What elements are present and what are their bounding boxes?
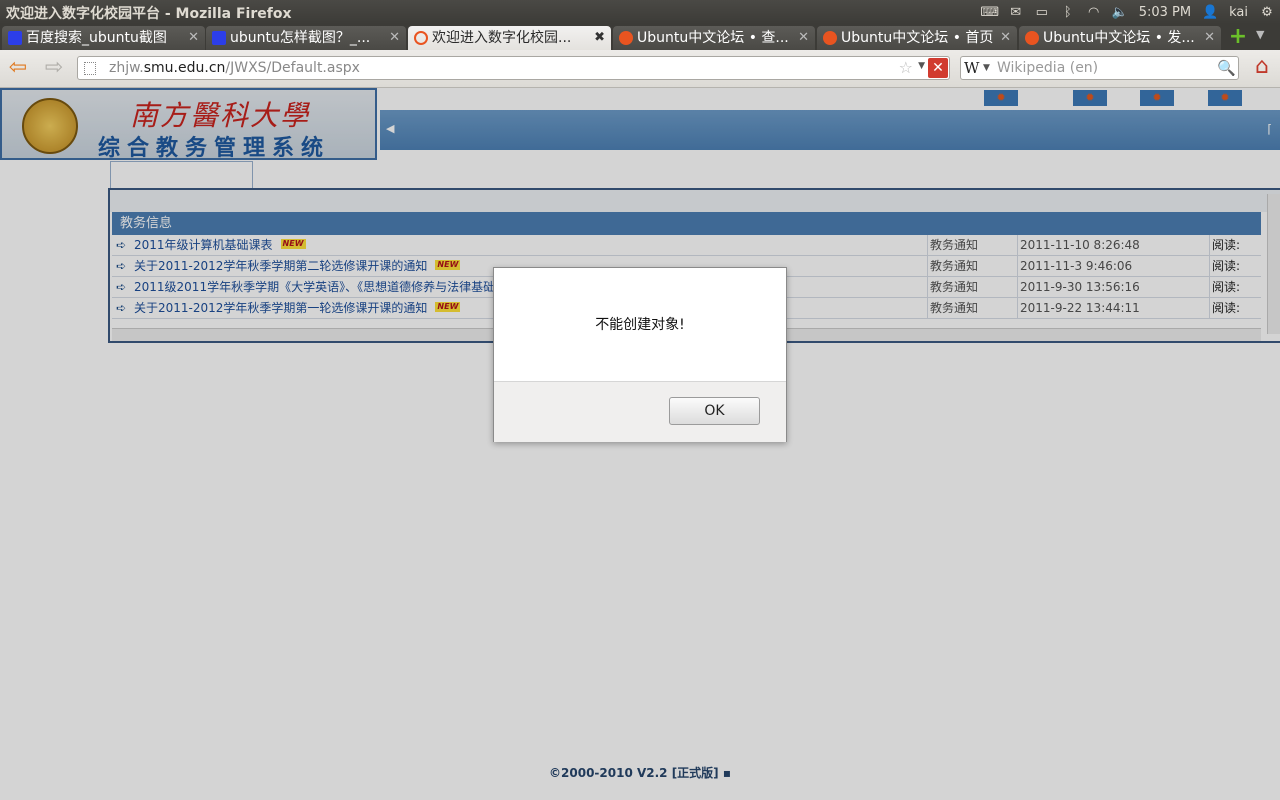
search-input[interactable]: Wikipedia (en): [997, 60, 1098, 76]
user-name[interactable]: kai: [1223, 5, 1254, 20]
site-identity-icon[interactable]: [84, 62, 96, 75]
ubuntu-icon: [1025, 31, 1039, 45]
battery-icon[interactable]: ▭: [1029, 0, 1055, 24]
url-text[interactable]: zhjw.smu.edu.cn/JWXS/Default.aspx: [109, 60, 360, 76]
gear-icon[interactable]: ⚙: [1254, 0, 1280, 24]
tab-baidu-search[interactable]: 百度搜索_ubuntu截图 ✕: [2, 26, 205, 50]
close-icon[interactable]: ✕: [389, 26, 400, 50]
close-icon[interactable]: ✕: [1204, 26, 1215, 50]
loading-ring-icon: [414, 31, 428, 45]
tab-list-chevron-down-icon[interactable]: ▼: [1256, 28, 1264, 41]
tab-campus-active[interactable]: 欢迎进入数字化校园... ✖: [408, 26, 611, 50]
bluetooth-icon[interactable]: ᛒ: [1055, 0, 1081, 24]
stop-loading-icon[interactable]: ✕: [928, 58, 948, 78]
tab-ubuntu-forum-search[interactable]: Ubuntu中文论坛 • 查... ✕: [613, 26, 815, 50]
ubuntu-icon: [823, 31, 837, 45]
search-icon[interactable]: 🔍: [1217, 59, 1236, 77]
navigation-toolbar: ⇦ ⇨ zhjw.smu.edu.cn/JWXS/Default.aspx ☆ …: [0, 50, 1280, 88]
keyboard-icon[interactable]: ⌨: [977, 0, 1003, 24]
modal-overlay: [0, 88, 1280, 800]
tab-label: 欢迎进入数字化校园...: [432, 30, 572, 46]
user-icon[interactable]: 👤: [1197, 0, 1223, 24]
engine-dropdown-icon[interactable]: ▼: [983, 63, 990, 73]
alert-message: 不能创建对象!: [595, 317, 685, 333]
window-title: 欢迎进入数字化校园平台 - Mozilla Firefox: [6, 6, 292, 22]
volume-icon[interactable]: 🔈: [1107, 0, 1133, 24]
dialog-button-area: OK: [494, 381, 786, 442]
new-tab-plus-icon[interactable]: +: [1226, 26, 1250, 48]
system-top-panel: 欢迎进入数字化校园平台 - Mozilla Firefox ⌨ ✉ ▭ ᛒ ◠ …: [0, 0, 1280, 24]
url-bar[interactable]: zhjw.smu.edu.cn/JWXS/Default.aspx ☆ ▼ ✕: [77, 56, 950, 80]
back-arrow-icon[interactable]: ⇦: [5, 56, 31, 80]
mail-icon[interactable]: ✉: [1003, 0, 1029, 24]
history-dropdown-icon[interactable]: ▼: [918, 61, 925, 71]
baidu-paw-icon: [212, 31, 226, 45]
close-icon[interactable]: ✕: [798, 26, 809, 50]
close-icon[interactable]: ✖: [594, 26, 605, 50]
alert-dialog: 不能创建对象! OK: [493, 267, 787, 442]
tab-ubuntu-forum-post[interactable]: Ubuntu中文论坛 • 发... ✕: [1019, 26, 1221, 50]
search-engine-icon[interactable]: W: [964, 59, 979, 77]
tab-label: 百度搜索_ubuntu截图: [26, 30, 167, 46]
bookmark-star-icon[interactable]: ☆: [899, 58, 913, 77]
tab-label: Ubuntu中文论坛 • 首页: [841, 30, 994, 46]
tab-label: Ubuntu中文论坛 • 发...: [1043, 30, 1195, 46]
close-icon[interactable]: ✕: [1000, 26, 1011, 50]
clock[interactable]: 5:03 PM: [1133, 5, 1197, 20]
home-icon[interactable]: ⌂: [1250, 55, 1274, 79]
forward-arrow-icon[interactable]: ⇨: [41, 56, 67, 80]
close-icon[interactable]: ✕: [188, 26, 199, 50]
ok-button[interactable]: OK: [669, 397, 760, 425]
tab-strip: 百度搜索_ubuntu截图 ✕ ubuntu怎样截图？_... ✕ 欢迎进入数字…: [0, 24, 1280, 50]
tab-ubuntu-screenshot[interactable]: ubuntu怎样截图？_... ✕: [206, 26, 406, 50]
baidu-paw-icon: [8, 31, 22, 45]
search-bar[interactable]: W ▼ Wikipedia (en) 🔍: [960, 56, 1239, 80]
ubuntu-icon: [619, 31, 633, 45]
system-tray: ⌨ ✉ ▭ ᛒ ◠ 🔈 5:03 PM 👤 kai ⚙: [977, 0, 1280, 24]
tab-ubuntu-forum-home[interactable]: Ubuntu中文论坛 • 首页 ✕: [817, 26, 1017, 50]
tab-label: Ubuntu中文论坛 • 查...: [637, 30, 789, 46]
tab-label: ubuntu怎样截图？_...: [230, 30, 371, 46]
wifi-icon[interactable]: ◠: [1081, 0, 1107, 24]
